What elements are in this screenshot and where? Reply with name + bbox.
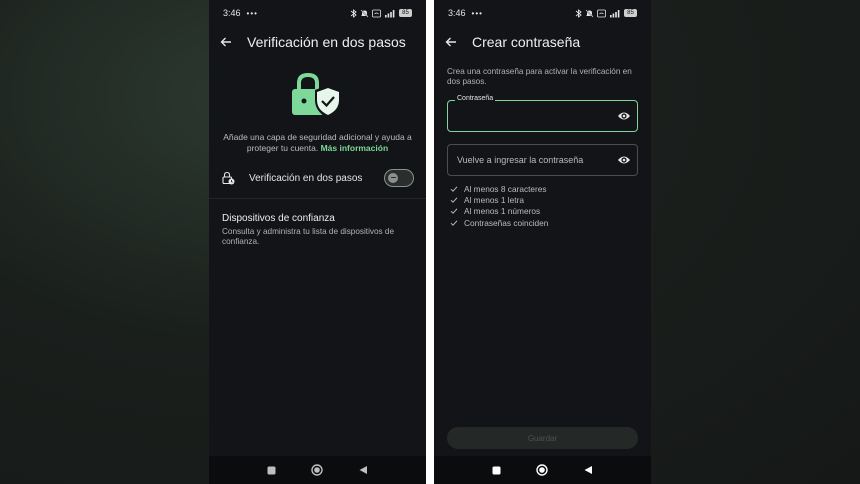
circle-icon [311, 464, 324, 476]
arrow-left-icon[interactable] [219, 35, 233, 49]
section-divider [209, 198, 426, 199]
app-bar: Verificación en dos pasos [209, 28, 426, 56]
battery-indicator: 85 [624, 9, 637, 17]
nav-back-button[interactable] [353, 460, 373, 480]
wifi-icon [597, 9, 606, 17]
requirement-item: Contraseñas coinciden [450, 217, 548, 228]
create-password-description: Crea una contraseña para activar la veri… [447, 67, 632, 86]
status-time: 3:46 [448, 8, 466, 18]
toggle-knob [388, 172, 398, 183]
check-icon [450, 219, 458, 226]
check-icon [450, 186, 458, 192]
square-icon [492, 466, 501, 474]
confirm-password-input[interactable] [457, 145, 607, 175]
phone-screen-create-password: 3:46 ••• 85 Crear contraseña Crea una co… [434, 0, 651, 484]
status-dots: ••• [246, 8, 258, 18]
confirm-password-field[interactable] [447, 144, 638, 176]
two-step-toggle[interactable] [384, 169, 414, 187]
requirement-text: Al menos 8 caracteres [464, 183, 547, 194]
trusted-devices-title[interactable]: Dispositivos de confianza [222, 213, 335, 224]
signal-icon [385, 9, 395, 17]
bluetooth-icon [575, 8, 582, 18]
wifi-icon [372, 9, 381, 17]
app-bar: Crear contraseña [434, 28, 651, 56]
page-title: Verificación en dos pasos [247, 34, 406, 50]
check-icon [450, 197, 458, 203]
status-bar: 3:46 ••• 85 [434, 0, 651, 26]
check-icon [450, 208, 458, 215]
arrow-left-icon[interactable] [444, 35, 458, 49]
circle-icon [536, 464, 549, 476]
eye-icon[interactable] [617, 154, 631, 166]
nav-home-button[interactable] [307, 460, 327, 480]
nav-recents-button[interactable] [487, 460, 507, 480]
mute-icon [360, 9, 369, 17]
battery-indicator: 85 [399, 9, 412, 17]
screenshot-divider [426, 0, 434, 484]
signal-icon [610, 9, 620, 17]
two-step-description: Añade una capa de seguridad adicional y … [221, 132, 414, 154]
nav-home-button[interactable] [532, 460, 552, 480]
mute-icon [585, 9, 594, 17]
save-button[interactable]: Guardar [447, 427, 638, 449]
status-dots: ••• [471, 8, 483, 18]
triangle-back-icon [359, 466, 368, 474]
lock-clock-icon [222, 171, 235, 185]
nav-back-button[interactable] [578, 460, 598, 480]
status-time: 3:46 [223, 8, 241, 18]
requirement-item: Al menos 1 números [450, 206, 548, 217]
trusted-devices-description: Consulta y administra tu lista de dispos… [222, 227, 395, 246]
lock-shield-icon [292, 72, 341, 118]
triangle-back-icon [584, 466, 593, 474]
password-requirements-list: Al menos 8 caracteres Al menos 1 letra A… [450, 183, 548, 228]
requirement-item: Al menos 8 caracteres [450, 183, 548, 194]
password-input[interactable] [457, 101, 607, 131]
nav-recents-button[interactable] [262, 460, 282, 480]
system-nav-bar [434, 456, 651, 484]
requirement-text: Contraseñas coinciden [464, 217, 549, 228]
eye-icon[interactable] [617, 110, 631, 122]
requirement-text: Al menos 1 letra [464, 194, 524, 205]
status-bar: 3:46 ••• 85 [209, 0, 426, 26]
toggle-label: Verificación en dos pasos [249, 172, 363, 184]
password-field[interactable]: Contraseña [447, 95, 638, 132]
system-nav-bar [209, 456, 426, 484]
page-title: Crear contraseña [472, 34, 581, 50]
requirement-text: Al menos 1 números [464, 206, 541, 217]
phone-screen-two-step: 3:46 ••• 85 Verificación en dos pasos Añ… [209, 0, 426, 484]
requirement-item: Al menos 1 letra [450, 194, 548, 205]
bluetooth-icon [350, 8, 357, 18]
two-step-toggle-row[interactable]: Verificación en dos pasos [221, 166, 414, 190]
more-info-link[interactable]: Más información [321, 143, 389, 153]
square-icon [267, 466, 276, 474]
